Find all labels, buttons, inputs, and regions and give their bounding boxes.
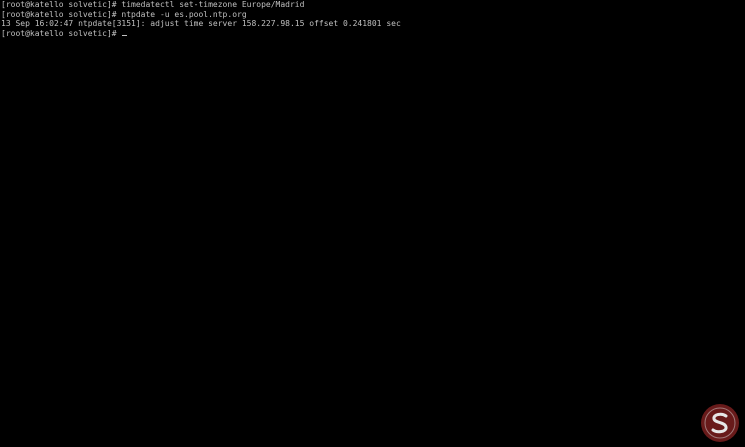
terminal-line: [root@katello solvetic]# ntpdate -u es.p… <box>1 9 247 19</box>
terminal-console[interactable]: [root@katello solvetic]# timedatectl set… <box>0 0 745 447</box>
terminal-line: 13 Sep 16:02:47 ntpdate[3151]: adjust ti… <box>1 19 401 28</box>
text-cursor <box>122 34 127 36</box>
solvetic-logo-icon <box>701 404 739 442</box>
terminal-line: [root@katello solvetic]# timedatectl set… <box>1 0 305 9</box>
terminal-prompt-line: [root@katello solvetic]# <box>1 29 745 39</box>
terminal-prompt: [root@katello solvetic]# <box>1 28 122 38</box>
